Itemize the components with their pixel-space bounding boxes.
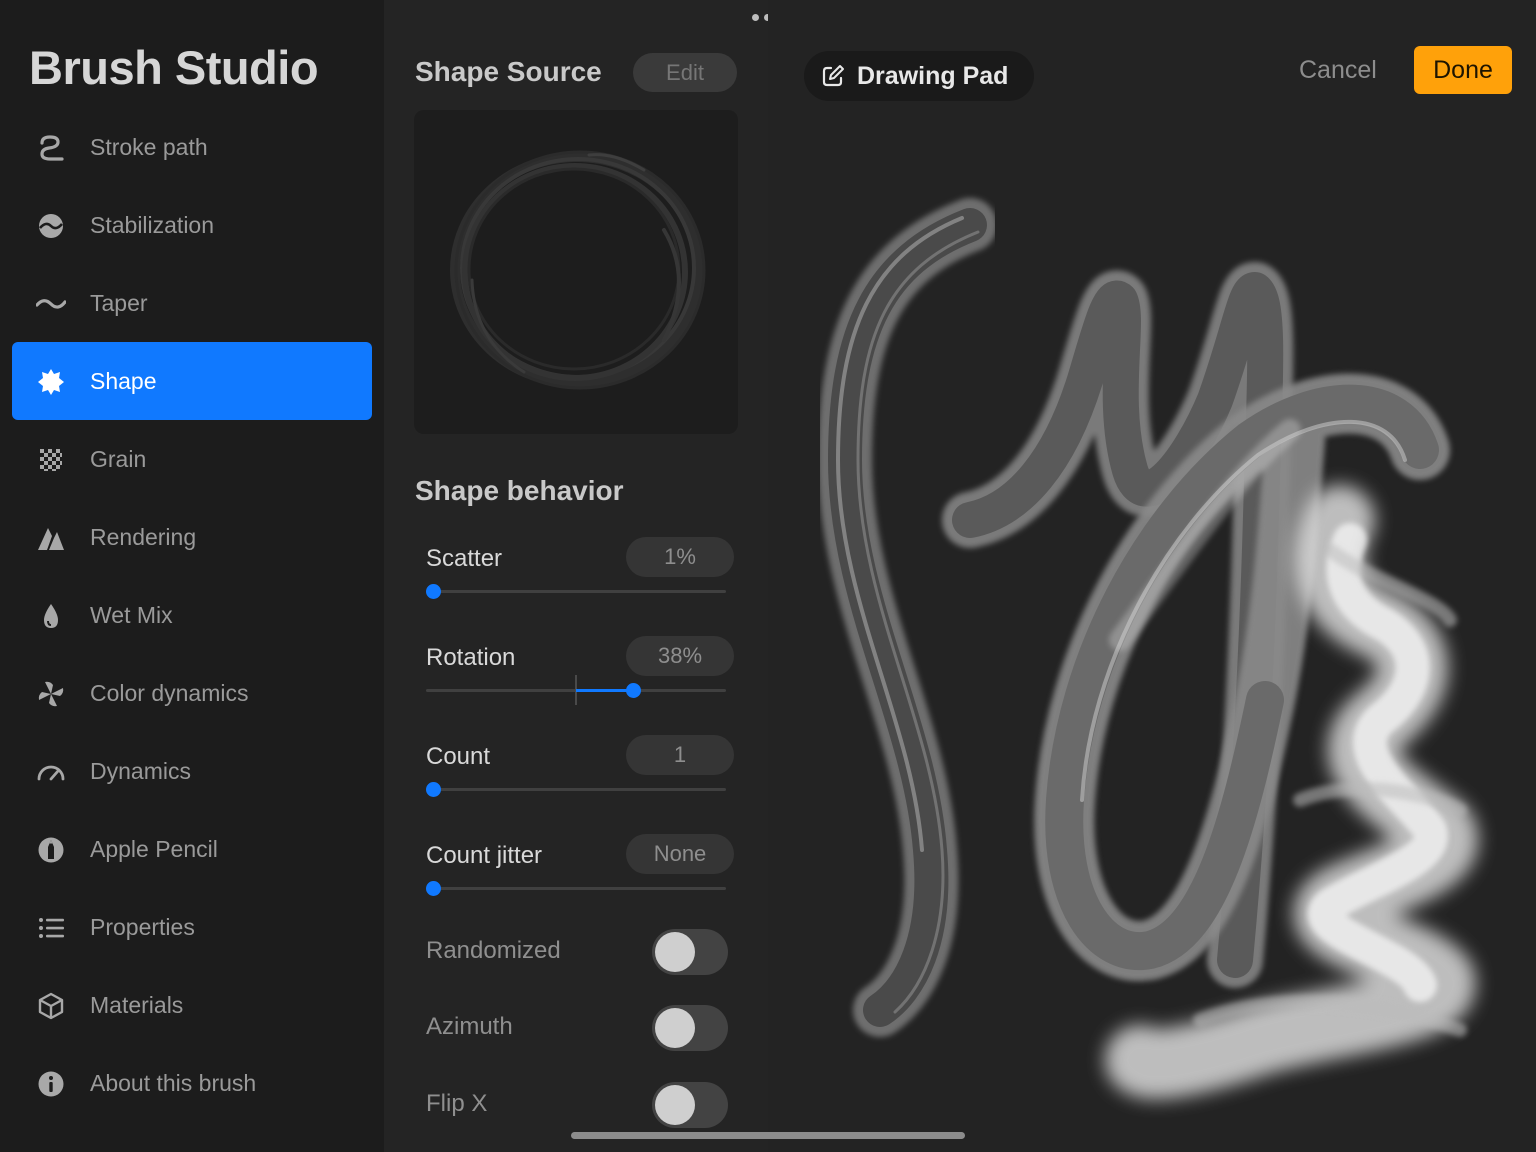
sidebar-item-label: Stabilization	[90, 211, 215, 238]
randomized-label: Randomized	[426, 937, 561, 964]
sidebar-item-dynamics[interactable]: Dynamics	[12, 732, 372, 810]
azimuth-label: Azimuth	[426, 1013, 513, 1040]
scatter-value[interactable]: 1%	[626, 537, 734, 577]
count-jitter-label: Count jitter	[426, 842, 543, 869]
sidebar-item-label: Properties	[90, 913, 195, 940]
count-slider[interactable]	[426, 782, 726, 797]
count-jitter-slider-thumb[interactable]	[426, 881, 441, 896]
azimuth-setting: Azimuth	[426, 1005, 730, 1053]
rotation-label: Rotation	[426, 644, 516, 671]
sidebar-item-shape[interactable]: Shape	[12, 342, 372, 420]
sidebar-item-grain[interactable]: Grain	[12, 420, 372, 498]
rotation-slider-thumb[interactable]	[626, 683, 641, 698]
materials-icon	[36, 991, 66, 1021]
shape-ring-image	[450, 150, 706, 390]
app-title: Brush Studio	[29, 41, 319, 94]
color-dynamics-icon	[36, 679, 66, 709]
toggle-knob	[655, 1008, 695, 1048]
flip-x-setting: Flip X	[426, 1082, 730, 1130]
sidebar-item-taper[interactable]: Taper	[12, 264, 372, 342]
sidebar-item-label: Apple Pencil	[90, 835, 218, 862]
rendering-icon	[36, 523, 66, 553]
dynamics-icon	[36, 757, 66, 787]
scatter-slider-thumb[interactable]	[426, 584, 441, 599]
rotation-slider[interactable]	[426, 675, 726, 705]
sidebar-item-wet-mix[interactable]: Wet Mix	[12, 576, 372, 654]
sidebar-item-label: Taper	[90, 289, 148, 316]
sidebar-item-label: Dynamics	[90, 757, 191, 784]
info-icon	[36, 1069, 66, 1099]
sidebar-item-about-this-brush[interactable]: About this brush	[12, 1044, 372, 1122]
rotation-setting: Rotation 38%	[426, 636, 734, 724]
sidebar-item-label: Stroke path	[90, 133, 208, 160]
done-button[interactable]: Done	[1414, 46, 1512, 94]
sidebar-item-label: Color dynamics	[90, 679, 249, 706]
cancel-button[interactable]: Cancel	[1299, 56, 1377, 85]
wet-mix-icon	[36, 601, 66, 631]
sidebar-item-stabilization[interactable]: Stabilization	[12, 186, 372, 264]
count-label: Count	[426, 743, 491, 770]
scatter-label: Scatter	[426, 545, 503, 572]
grain-icon	[36, 445, 66, 475]
count-jitter-slider[interactable]	[426, 881, 726, 896]
scatter-slider[interactable]	[426, 584, 726, 599]
rotation-slider-fill	[576, 689, 633, 692]
sidebar-item-materials[interactable]: Materials	[12, 966, 372, 1044]
flip-x-toggle[interactable]	[652, 1082, 728, 1128]
edit-pad-icon	[822, 65, 844, 87]
home-indicator[interactable]	[571, 1132, 965, 1139]
rotation-value[interactable]: 38%	[626, 636, 734, 676]
count-jitter-value[interactable]: None	[626, 834, 734, 874]
brush-studio-sidebar: Brush Studio Stroke path Stabilization T…	[0, 0, 384, 1152]
sidebar-item-label: Wet Mix	[90, 601, 173, 628]
shape-source-preview[interactable]	[414, 110, 738, 434]
shape-behavior-title: Shape behavior	[415, 475, 624, 506]
sidebar-item-label: About this brush	[90, 1069, 257, 1096]
count-setting: Count 1	[426, 735, 734, 823]
randomized-toggle[interactable]	[652, 929, 728, 975]
scatter-setting: Scatter 1%	[426, 537, 734, 625]
drawing-pad-button[interactable]: Drawing Pad	[804, 51, 1034, 101]
shape-source-title: Shape Source	[415, 56, 602, 87]
sidebar-item-label: Materials	[90, 991, 184, 1018]
flip-x-label: Flip X	[426, 1090, 488, 1117]
shape-icon	[36, 367, 66, 397]
apple-pencil-icon	[36, 835, 66, 865]
taper-icon	[36, 289, 66, 319]
sidebar-item-color-dynamics[interactable]: Color dynamics	[12, 654, 372, 732]
properties-icon	[36, 913, 66, 943]
toggle-knob	[655, 932, 695, 972]
sidebar-nav: Stroke path Stabilization Taper Shape Gr…	[12, 108, 372, 1122]
toggle-knob	[655, 1085, 695, 1125]
randomized-setting: Randomized	[426, 929, 730, 977]
drawing-pad-label: Drawing Pad	[857, 61, 1009, 90]
stabilization-icon	[36, 211, 66, 241]
count-value[interactable]: 1	[626, 735, 734, 775]
sidebar-item-properties[interactable]: Properties	[12, 888, 372, 966]
azimuth-toggle[interactable]	[652, 1005, 728, 1051]
count-slider-thumb[interactable]	[426, 782, 441, 797]
sidebar-item-stroke-path[interactable]: Stroke path	[12, 108, 372, 186]
count-jitter-setting: Count jitter None	[426, 834, 734, 922]
sidebar-item-rendering[interactable]: Rendering	[12, 498, 372, 576]
stroke-path-icon	[36, 133, 66, 163]
edit-button[interactable]: Edit	[633, 53, 737, 92]
sidebar-item-label: Grain	[90, 445, 147, 472]
sidebar-item-apple-pencil[interactable]: Apple Pencil	[12, 810, 372, 888]
sidebar-item-label: Shape	[90, 367, 157, 394]
sidebar-item-label: Rendering	[90, 523, 197, 550]
brush-preview-strokes	[818, 198, 1478, 1099]
